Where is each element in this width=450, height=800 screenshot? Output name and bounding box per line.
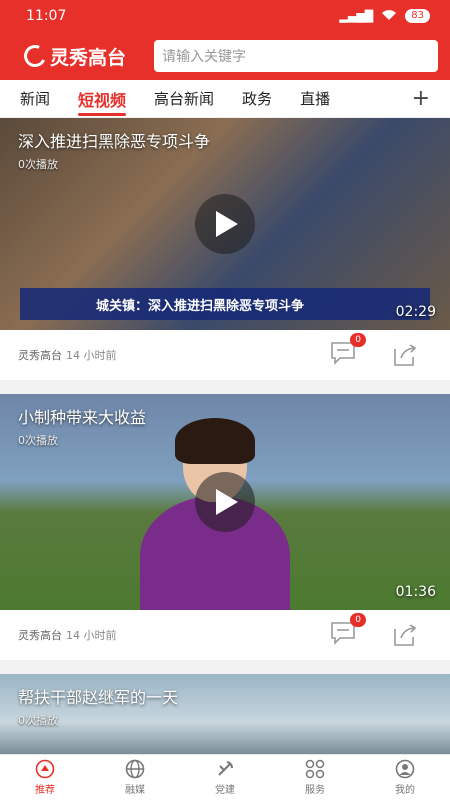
nav-recommend[interactable]: 推荐 [0, 755, 90, 800]
nav-label: 党建 [215, 785, 235, 796]
video-meta: 灵秀高台 14 小时前 0 [0, 610, 450, 660]
signal-icon: ▂▄▆█ [339, 9, 374, 23]
play-count: 0次播放 [18, 434, 58, 447]
nav-mine[interactable]: 我的 [360, 755, 450, 800]
news-ticker: 城关镇：深入推进扫黑除恶专项斗争 [20, 288, 430, 320]
app-name: 灵秀高台 [50, 46, 127, 69]
video-source: 灵秀高台 [18, 629, 62, 642]
video-source: 灵秀高台 [18, 349, 62, 362]
tab-short-video[interactable]: 短视频 [58, 80, 127, 118]
play-button[interactable] [195, 472, 255, 532]
video-title: 深入推进扫黑除恶专项斗争 [18, 132, 211, 151]
news-globe-icon [125, 759, 145, 779]
play-icon [216, 211, 238, 237]
play-count: 0次播放 [18, 714, 58, 727]
tab-government[interactable]: 政务 [222, 80, 272, 118]
category-tabs: 新闻 短视频 高台新闻 政务 直播 + [0, 80, 450, 118]
video-feed: 深入推进扫黑除恶专项斗争 0次播放 城关镇：深入推进扫黑除恶专项斗争 02:29… [0, 118, 450, 754]
add-tab-button[interactable]: + [412, 86, 430, 111]
video-card: 深入推进扫黑除恶专项斗争 0次播放 城关镇：深入推进扫黑除恶专项斗争 02:29… [0, 118, 450, 380]
tab-live[interactable]: 直播 [280, 80, 330, 118]
play-icon [216, 489, 238, 515]
play-button[interactable] [195, 194, 255, 254]
nav-media[interactable]: 融媒 [90, 755, 180, 800]
share-icon[interactable] [392, 623, 418, 647]
video-title: 帮扶干部赵继军的一天 [18, 688, 179, 707]
app-logo[interactable]: 灵秀高台 [20, 41, 127, 71]
nav-label: 推荐 [35, 785, 55, 796]
user-icon [395, 759, 415, 779]
app-header: 灵秀高台 请输入关键字 [0, 32, 450, 80]
video-card: 帮扶干部赵继军的一天 0次播放 [0, 674, 450, 754]
comment-button[interactable]: 0 [330, 613, 366, 649]
bottom-navigation: 推荐 融媒 党建 服务 我的 [0, 754, 450, 800]
nav-party[interactable]: 党建 [180, 755, 270, 800]
nav-label: 服务 [305, 785, 325, 796]
play-count: 0次播放 [18, 158, 58, 171]
grid-icon [305, 759, 325, 779]
video-time: 14 小时前 [66, 349, 117, 362]
party-icon [218, 761, 234, 776]
comment-button[interactable]: 0 [330, 333, 366, 369]
status-bar: 11:07 ▂▄▆█ 83 [0, 0, 450, 32]
comment-count: 0 [350, 613, 366, 627]
battery-level: 83 [405, 9, 430, 23]
video-thumbnail[interactable]: 深入推进扫黑除恶专项斗争 0次播放 城关镇：深入推进扫黑除恶专项斗争 02:29 [0, 118, 450, 330]
tab-gaotai-news[interactable]: 高台新闻 [134, 80, 214, 118]
nav-label: 我的 [395, 785, 415, 796]
status-time: 11:07 [26, 8, 67, 24]
video-meta: 灵秀高台 14 小时前 0 [0, 330, 450, 380]
wifi-icon [381, 9, 397, 24]
nav-service[interactable]: 服务 [270, 755, 360, 800]
nav-label: 融媒 [125, 785, 145, 796]
video-duration: 02:29 [395, 304, 436, 320]
video-thumbnail[interactable]: 小制种带来大收益 0次播放 01:36 [0, 394, 450, 610]
video-title: 小制种带来大收益 [18, 408, 147, 427]
video-time: 14 小时前 [66, 629, 117, 642]
share-icon[interactable] [392, 343, 418, 367]
video-duration: 01:36 [395, 584, 436, 600]
video-card: 小制种带来大收益 0次播放 01:36 灵秀高台 14 小时前 0 [0, 394, 450, 660]
video-thumbnail[interactable]: 帮扶干部赵继军的一天 0次播放 [0, 674, 450, 754]
logo-icon [20, 41, 50, 71]
search-input[interactable]: 请输入关键字 [154, 40, 438, 72]
recommend-icon [35, 759, 55, 779]
comment-count: 0 [350, 333, 366, 347]
tab-news[interactable]: 新闻 [0, 80, 50, 118]
